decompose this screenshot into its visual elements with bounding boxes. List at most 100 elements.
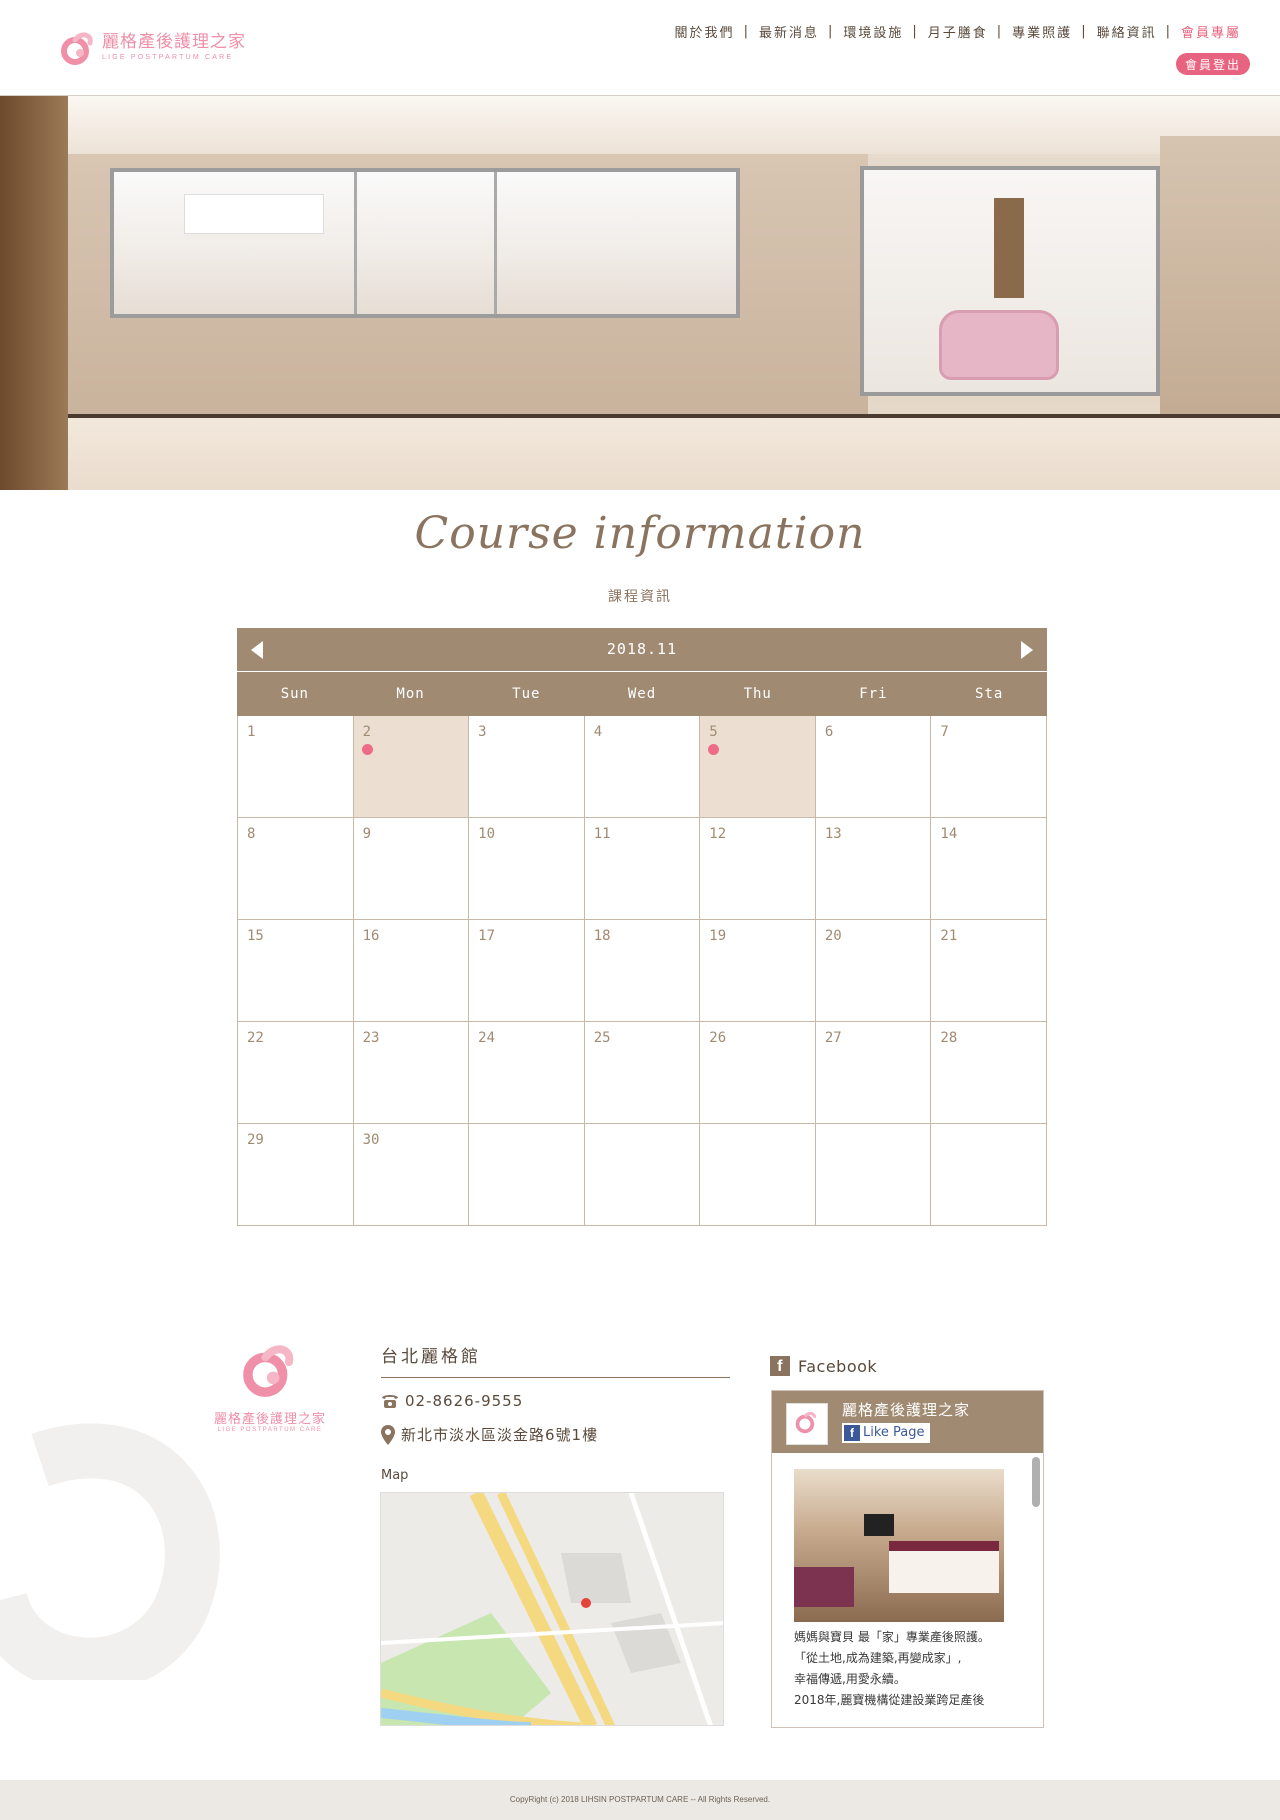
- weekday-row: Sun Mon Tue Wed Thu Fri Sta: [237, 671, 1047, 716]
- post-line: 2018年,麗寶機構從建設業跨足產後: [794, 1693, 985, 1707]
- calendar-day-cell: 8: [238, 818, 354, 920]
- calendar-day-cell: 29: [238, 1124, 354, 1226]
- calendar-day-cell: 16: [353, 920, 470, 1022]
- calendar-day-number: 24: [478, 1030, 495, 1046]
- facebook-post-image[interactable]: [794, 1469, 1004, 1622]
- calendar-day-cell: 21: [931, 920, 1047, 1022]
- calendar-day-number: 5: [709, 724, 718, 740]
- background-logo-icon: [0, 1423, 220, 1680]
- calendar-day-cell: [931, 1124, 1047, 1226]
- location-pin-icon: [381, 1424, 395, 1445]
- calendar-day-number: 29: [247, 1132, 264, 1148]
- section-title: 課程資訊: [608, 589, 672, 605]
- nav-meals[interactable]: 月子膳食: [919, 22, 997, 41]
- calendar-day-number: 11: [593, 826, 611, 842]
- phone-row: 02-8626-9555: [381, 1392, 730, 1410]
- calendar-day-number: 10: [478, 826, 495, 842]
- course-calendar: 2018.11 Sun Mon Tue Wed Thu Fri Sta 1234567891…: [237, 628, 1047, 1226]
- calendar-day-number: 20: [824, 928, 842, 944]
- calendar-day-number: 13: [824, 826, 842, 842]
- nav-news[interactable]: 最新消息: [750, 22, 828, 41]
- calendar-day-number: 25: [593, 1030, 611, 1046]
- calendar-day-number: 15: [247, 928, 264, 944]
- facebook-post-text: 媽媽與寶貝 最「家」專業產後照護。 「從土地,成為建築,再變成家」, 幸福傳遞,…: [794, 1627, 999, 1711]
- branch-info: 台北麗格館 02-8626-9555 新北市淡水區淡金路6號1樓: [381, 1342, 730, 1445]
- calendar-day-number: 8: [247, 826, 256, 842]
- calendar-day-cell[interactable]: 2: [353, 716, 470, 818]
- calendar-day-number: 7: [940, 724, 949, 740]
- calendar-day-number: 16: [362, 928, 380, 944]
- course-event-dot[interactable]: [361, 744, 373, 755]
- calendar-day-cell: 18: [584, 920, 701, 1022]
- like-page-label: Like Page: [863, 1425, 925, 1440]
- logout-button[interactable]: 會員登出: [1176, 53, 1250, 75]
- calendar-day-number: 23: [362, 1030, 380, 1046]
- calendar-day-cell: 4: [584, 716, 701, 818]
- calendar-day-cell: 9: [353, 818, 470, 920]
- calendar-day-number: 18: [593, 928, 611, 944]
- facebook-page-avatar[interactable]: [786, 1403, 828, 1445]
- calendar-day-cell: [815, 1124, 932, 1226]
- weekday-label: Wed: [627, 686, 657, 702]
- address-row: 新北市淡水區淡金路6號1樓: [381, 1424, 730, 1445]
- widget-scrollbar[interactable]: [1032, 1457, 1040, 1507]
- calendar-day-number: 30: [362, 1132, 380, 1148]
- calendar-day-number: 9: [362, 826, 371, 842]
- calendar-day-cell: 20: [815, 920, 932, 1022]
- calendar-grid: 1 2 3 4 5 6 7 8 9 10 11 12 13 14 15 16 17 18 19 20 21 22 23 24 2…: [237, 716, 1047, 1226]
- calendar-day-cell[interactable]: 5: [700, 716, 816, 818]
- nav-member[interactable]: 會員專屬: [1172, 22, 1250, 41]
- calendar-day-cell: 6: [815, 716, 932, 818]
- calendar-day-number: 12: [709, 826, 727, 842]
- next-month-arrow-icon[interactable]: [1021, 641, 1033, 659]
- footer-logo-name-en: LIGE POSTPARTUM CARE: [217, 1427, 323, 1433]
- calendar-day-cell: 15: [238, 920, 354, 1022]
- calendar-day-number: 22: [247, 1030, 264, 1046]
- calendar-day-cell: 26: [700, 1022, 816, 1124]
- calendar-day-cell: [584, 1124, 701, 1226]
- calendar-day-cell: 24: [469, 1022, 585, 1124]
- nav-contact[interactable]: 聯絡資訊: [1088, 22, 1166, 41]
- course-event-dot[interactable]: [708, 744, 720, 755]
- calendar-day-cell: [469, 1124, 585, 1226]
- facebook-widget[interactable]: 麗格產後護理之家 f Like Page 媽媽與寶貝 最「家」專業產後照護。 「…: [771, 1390, 1044, 1728]
- site-logo[interactable]: 麗格產後護理之家 LIGE POSTPARTUM CARE: [60, 26, 250, 70]
- facebook-page-name[interactable]: 麗格產後護理之家: [842, 1399, 970, 1420]
- calendar-header: 2018.11: [237, 628, 1047, 671]
- nav-facilities[interactable]: 環境設施: [834, 22, 912, 41]
- like-page-button[interactable]: f Like Page: [842, 1423, 930, 1443]
- location-map[interactable]: [380, 1492, 724, 1726]
- calendar-day-cell: 28: [931, 1022, 1047, 1124]
- logo-name-en: LIGE POSTPARTUM CARE: [102, 54, 234, 61]
- calendar-day-cell: 19: [700, 920, 816, 1022]
- facebook-widget-header: 麗格產後護理之家 f Like Page: [772, 1391, 1043, 1453]
- calendar-day-cell: 14: [931, 818, 1047, 920]
- calendar-day-number: 28: [940, 1030, 958, 1046]
- phone-number[interactable]: 02-8626-9555: [405, 1392, 523, 1410]
- calendar-day-number: 26: [709, 1030, 727, 1046]
- nav-care[interactable]: 專業照護: [1003, 22, 1081, 41]
- weekday-label: Fri: [859, 686, 888, 702]
- calendar-day-cell: 3: [469, 716, 585, 818]
- logo-name-cn: 麗格產後護理之家: [102, 32, 246, 52]
- footer-logo-name-cn: 麗格產後護理之家: [213, 1412, 326, 1427]
- calendar-day-cell: 12: [700, 818, 816, 920]
- facebook-f-icon: f: [844, 1425, 860, 1441]
- footer-logo[interactable]: 麗格產後護理之家 LIGE POSTPARTUM CARE: [210, 1340, 330, 1433]
- calendar-day-cell: 30: [353, 1124, 470, 1226]
- calendar-day-number: 21: [940, 928, 958, 944]
- calendar-day-cell: 22: [238, 1022, 354, 1124]
- map-label: Map: [381, 1468, 409, 1483]
- phone-icon: [382, 1395, 398, 1408]
- calendar-day-number: 27: [824, 1030, 842, 1046]
- copyright: CopyRight (c) 2018 LIHSIN POSTPARTUM CAR…: [0, 1780, 1280, 1820]
- facebook-icon: f: [770, 1356, 790, 1376]
- calendar-day-number: 6: [824, 724, 834, 740]
- branch-name: 台北麗格館: [381, 1342, 730, 1378]
- calendar-day-number: 1: [247, 724, 256, 740]
- calendar-day-cell: 17: [469, 920, 585, 1022]
- calendar-day-cell: 13: [815, 818, 932, 920]
- nav-about[interactable]: 關於我們: [666, 22, 744, 41]
- post-line: 媽媽與寶貝 最「家」專業產後照護。: [794, 1630, 990, 1644]
- site-header: 麗格產後護理之家 LIGE POSTPARTUM CARE 關於我們 | 最新消息…: [0, 0, 1280, 96]
